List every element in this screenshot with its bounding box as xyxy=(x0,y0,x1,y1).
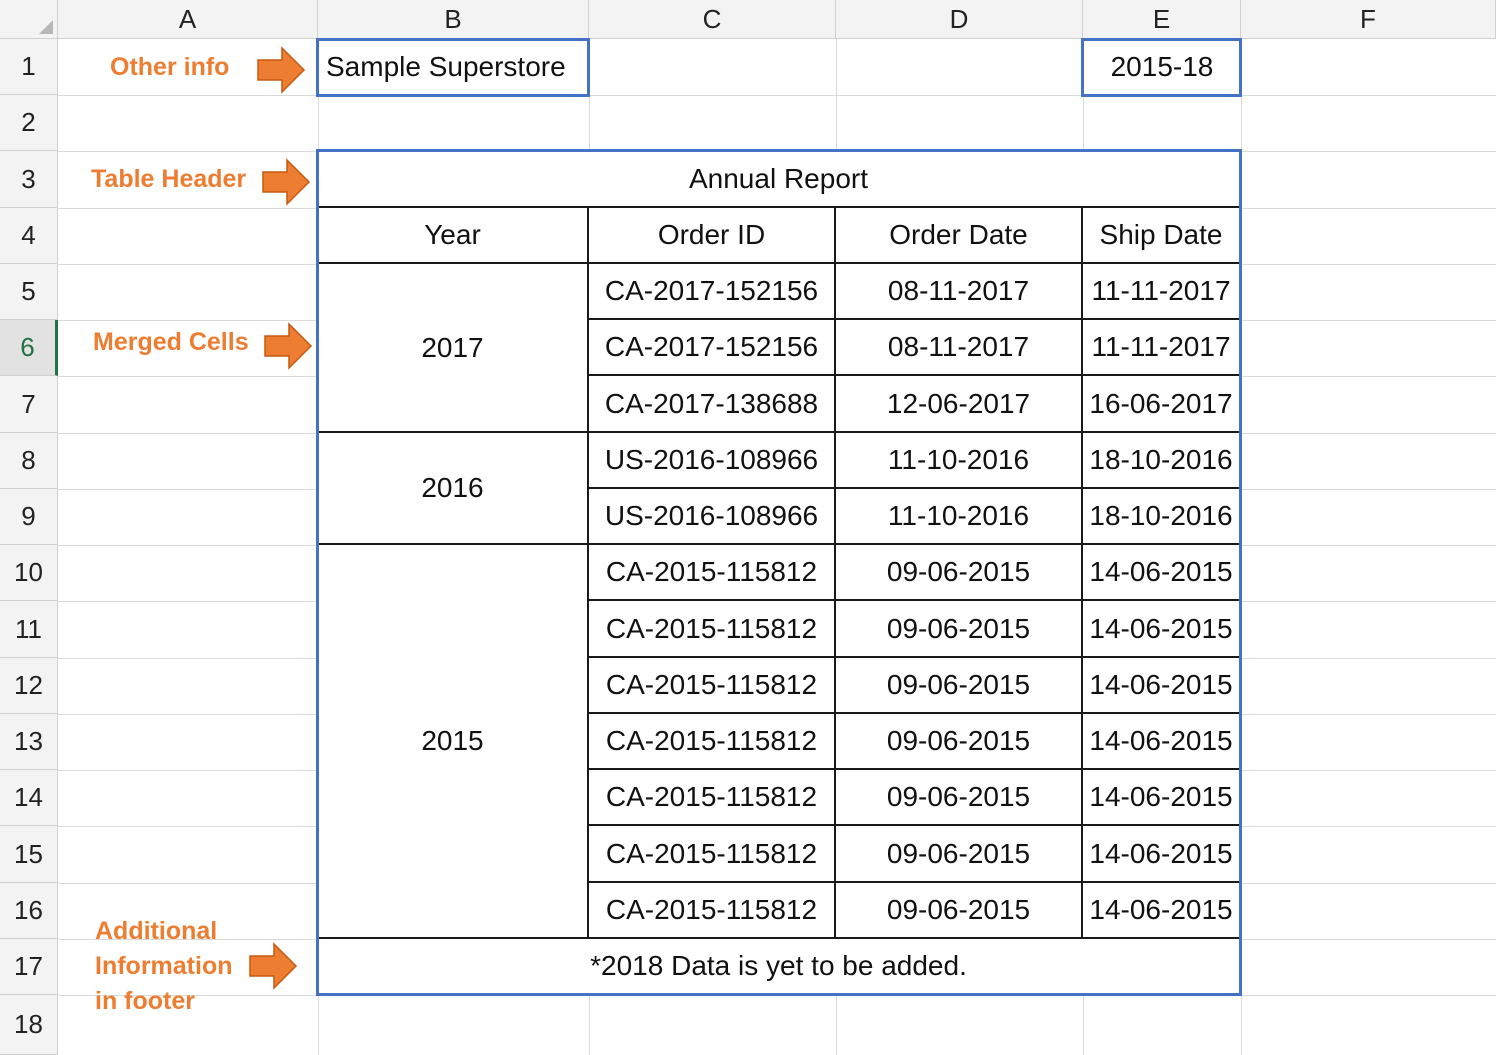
order-date-cell[interactable]: 09-06-2015 xyxy=(836,545,1083,601)
order-id-cell[interactable]: CA-2015-115812 xyxy=(589,601,836,658)
row-header-9[interactable]: 9 xyxy=(0,489,58,545)
cell-e1[interactable]: 2015-18 xyxy=(1083,39,1241,95)
right-arrow-icon xyxy=(264,322,313,370)
ship-date-cell[interactable]: 16-06-2017 xyxy=(1083,376,1241,433)
row-header-1[interactable]: 1 xyxy=(0,39,58,95)
row-header-5[interactable]: 5 xyxy=(0,264,58,320)
order-id-cell[interactable]: CA-2015-115812 xyxy=(589,658,836,714)
ship-date-cell[interactable]: 11-11-2017 xyxy=(1083,320,1241,376)
order-date-cell[interactable]: 09-06-2015 xyxy=(836,826,1083,883)
ship-date-cell[interactable]: 14-06-2015 xyxy=(1083,545,1241,601)
order-date-cell[interactable]: 08-11-2017 xyxy=(836,320,1083,376)
gridline xyxy=(1241,39,1242,1055)
order-id-cell[interactable]: US-2016-108966 xyxy=(589,433,836,489)
row-header-18[interactable]: 18 xyxy=(0,995,58,1055)
order-id-cell[interactable]: CA-2015-115812 xyxy=(589,883,836,939)
order-date-cell[interactable]: 09-06-2015 xyxy=(836,658,1083,714)
select-all-corner[interactable] xyxy=(0,0,58,39)
row-header-2[interactable]: 2 xyxy=(0,95,58,151)
ship-date-cell[interactable]: 14-06-2015 xyxy=(1083,714,1241,770)
order-id-cell[interactable]: CA-2017-138688 xyxy=(589,376,836,433)
column-header-e[interactable]: E xyxy=(1083,0,1241,39)
annotation-merged-cells: Merged Cells xyxy=(93,328,249,356)
ship-date-cell[interactable]: 14-06-2015 xyxy=(1083,658,1241,714)
order-id-cell[interactable]: US-2016-108966 xyxy=(589,489,836,545)
merged-year-2015[interactable]: 2015 xyxy=(318,545,589,939)
cell-b1[interactable]: Sample Superstore xyxy=(318,39,589,95)
ship-date-cell[interactable]: 11-11-2017 xyxy=(1083,264,1241,320)
order-id-cell[interactable]: CA-2015-115812 xyxy=(589,770,836,826)
merged-year-2016[interactable]: 2016 xyxy=(318,433,589,545)
row-header-15[interactable]: 15 xyxy=(0,826,58,883)
column-header-a[interactable]: A xyxy=(58,0,318,39)
right-arrow-icon xyxy=(249,942,298,990)
table-title[interactable]: Annual Report xyxy=(318,151,1241,208)
select-all-triangle-icon xyxy=(39,20,53,34)
order-date-cell[interactable]: 12-06-2017 xyxy=(836,376,1083,433)
row-header-10[interactable]: 10 xyxy=(0,545,58,601)
gridline xyxy=(58,95,1496,96)
order-id-cell[interactable]: CA-2015-115812 xyxy=(589,545,836,601)
ship-date-cell[interactable]: 14-06-2015 xyxy=(1083,601,1241,658)
ship-date-cell[interactable]: 18-10-2016 xyxy=(1083,433,1241,489)
row-header-12[interactable]: 12 xyxy=(0,658,58,714)
order-date-cell[interactable]: 09-06-2015 xyxy=(836,770,1083,826)
annotation-table-header: Table Header xyxy=(91,165,247,193)
ship-date-cell[interactable]: 18-10-2016 xyxy=(1083,489,1241,545)
spreadsheet-grid: A B C D E F 1 2 3 4 5 6 7 8 9 10 11 12 1… xyxy=(0,0,1496,1055)
column-header-d[interactable]: D xyxy=(836,0,1083,39)
header-order-id[interactable]: Order ID xyxy=(589,208,836,264)
row-header-17[interactable]: 17 xyxy=(0,939,58,995)
annotation-footer: Additional Information in footer xyxy=(95,914,233,1019)
row-header-16[interactable]: 16 xyxy=(0,883,58,939)
annotation-other-info: Other info xyxy=(110,53,230,81)
ship-date-cell[interactable]: 14-06-2015 xyxy=(1083,826,1241,883)
row-header-4[interactable]: 4 xyxy=(0,208,58,264)
row-header-6[interactable]: 6 xyxy=(0,320,58,376)
order-date-cell[interactable]: 08-11-2017 xyxy=(836,264,1083,320)
row-header-11[interactable]: 11 xyxy=(0,601,58,658)
row-header-14[interactable]: 14 xyxy=(0,770,58,826)
annotation-footer-line: Additional xyxy=(95,917,218,945)
table-footer[interactable]: *2018 Data is yet to be added. xyxy=(318,939,1241,995)
row-header-7[interactable]: 7 xyxy=(0,376,58,433)
order-id-cell[interactable]: CA-2015-115812 xyxy=(589,714,836,770)
order-id-cell[interactable]: CA-2017-152156 xyxy=(589,320,836,376)
order-date-cell[interactable]: 11-10-2016 xyxy=(836,433,1083,489)
column-header-c[interactable]: C xyxy=(589,0,836,39)
row-header-3[interactable]: 3 xyxy=(0,151,58,208)
annotation-footer-line: Information xyxy=(95,952,233,980)
column-header-f[interactable]: F xyxy=(1241,0,1496,39)
order-date-cell[interactable]: 11-10-2016 xyxy=(836,489,1083,545)
ship-date-cell[interactable]: 14-06-2015 xyxy=(1083,883,1241,939)
header-ship-date[interactable]: Ship Date xyxy=(1083,208,1241,264)
row-header-13[interactable]: 13 xyxy=(0,714,58,770)
ship-date-cell[interactable]: 14-06-2015 xyxy=(1083,770,1241,826)
right-arrow-icon xyxy=(257,46,306,94)
annotation-footer-line: in footer xyxy=(95,987,195,1015)
header-order-date[interactable]: Order Date xyxy=(836,208,1083,264)
order-id-cell[interactable]: CA-2017-152156 xyxy=(589,264,836,320)
row-header-8[interactable]: 8 xyxy=(0,433,58,489)
header-year[interactable]: Year xyxy=(318,208,589,264)
gridline xyxy=(58,995,1496,996)
order-id-cell[interactable]: CA-2015-115812 xyxy=(589,826,836,883)
order-date-cell[interactable]: 09-06-2015 xyxy=(836,883,1083,939)
merged-year-2017[interactable]: 2017 xyxy=(318,264,589,433)
column-header-b[interactable]: B xyxy=(318,0,589,39)
order-date-cell[interactable]: 09-06-2015 xyxy=(836,601,1083,658)
right-arrow-icon xyxy=(262,158,311,206)
order-date-cell[interactable]: 09-06-2015 xyxy=(836,714,1083,770)
